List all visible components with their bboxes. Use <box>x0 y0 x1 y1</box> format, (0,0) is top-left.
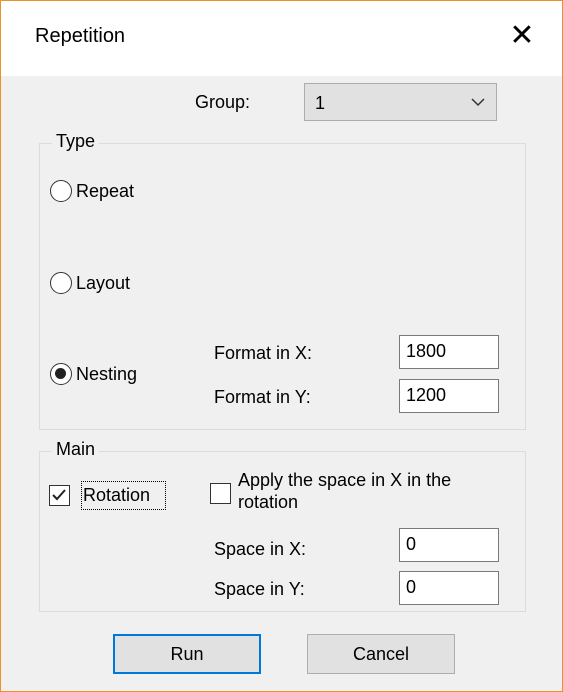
repeat-radio[interactable] <box>50 180 72 202</box>
rotation-checkbox[interactable] <box>49 485 70 506</box>
repeat-radio-label[interactable]: Repeat <box>76 181 134 202</box>
checkmark-icon <box>52 489 66 501</box>
apply-space-label-line2[interactable]: rotation <box>238 492 298 513</box>
group-label: Group: <box>195 92 251 112</box>
repetition-dialog: Repetition ✕ Group: 1 Type Repeat Layout… <box>0 0 563 692</box>
rotation-checkbox-label[interactable]: Rotation <box>83 485 150 506</box>
nesting-radio[interactable] <box>50 363 72 385</box>
format-y-label: Format in Y: <box>214 387 311 407</box>
format-x-input[interactable]: 1800 <box>399 335 499 369</box>
radio-selected-dot <box>55 368 66 379</box>
space-y-label: Space in Y: <box>214 579 305 599</box>
apply-space-label-line1[interactable]: Apply the space in X in the <box>238 470 451 491</box>
group-dropdown[interactable]: 1 <box>304 83 497 121</box>
space-x-label: Space in X: <box>214 539 307 559</box>
space-x-input[interactable]: 0 <box>399 528 499 562</box>
layout-radio[interactable] <box>50 272 72 294</box>
space-y-input[interactable]: 0 <box>399 571 499 605</box>
nesting-radio-label[interactable]: Nesting <box>76 364 137 385</box>
type-group-legend: Type <box>52 131 100 152</box>
cancel-button[interactable]: Cancel <box>307 634 455 674</box>
close-button[interactable]: ✕ <box>505 19 539 53</box>
format-x-label: Format in X: <box>214 343 313 363</box>
title-bar: Repetition ✕ <box>1 1 562 76</box>
group-dropdown-value: 1 <box>315 93 326 113</box>
format-y-input[interactable]: 1200 <box>399 379 499 413</box>
main-group-legend: Main <box>52 439 100 460</box>
layout-radio-label[interactable]: Layout <box>76 273 130 294</box>
run-button[interactable]: Run <box>113 634 261 674</box>
apply-space-checkbox[interactable] <box>210 483 231 504</box>
chevron-down-icon <box>470 95 486 114</box>
dialog-title: Repetition <box>35 25 126 47</box>
